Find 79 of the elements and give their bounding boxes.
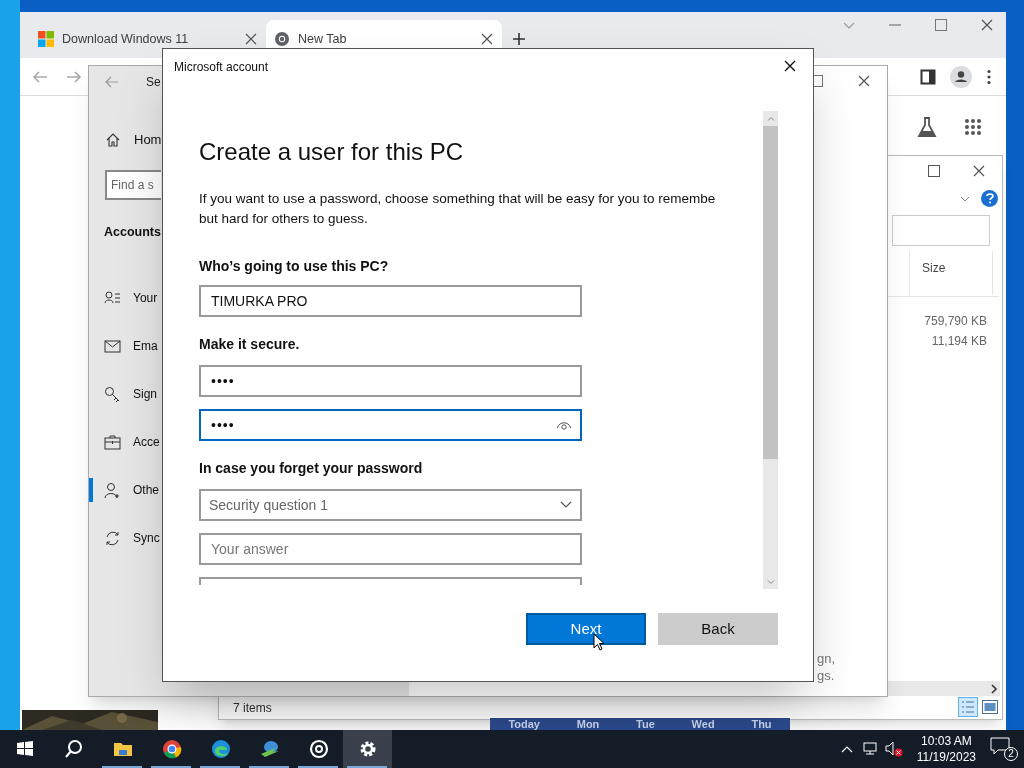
- close-icon[interactable]: [972, 164, 986, 178]
- windows-logo-icon: [38, 31, 54, 47]
- mouse-cursor-icon: [593, 633, 605, 651]
- muted-speaker-icon[interactable]: [884, 741, 903, 757]
- home-icon[interactable]: [105, 131, 121, 148]
- maximize-icon[interactable]: [934, 18, 948, 32]
- flask-icon[interactable]: [916, 116, 938, 138]
- chrome-icon[interactable]: [161, 739, 182, 759]
- tab-title: Download Windows 11: [62, 30, 190, 48]
- field-label: Who’s going to use this PC?: [199, 257, 390, 275]
- day-label: Tue: [636, 718, 655, 730]
- back-button[interactable]: Back: [658, 613, 778, 645]
- day-label: Wed: [691, 718, 715, 730]
- description-text: gs.: [817, 667, 836, 684]
- nav-item[interactable]: Othe: [133, 481, 159, 499]
- tab-title: New Tab: [298, 30, 348, 48]
- description-text: If you want to use a password, choose something that will be easy for you to remembe but hard for others to guess.: [199, 190, 717, 228]
- close-icon[interactable]: [244, 32, 258, 46]
- nav-item[interactable]: Hom: [134, 130, 162, 150]
- field-label: In case you forget your password: [199, 459, 424, 477]
- column-header[interactable]: Size: [909, 251, 993, 295]
- start-icon[interactable]: [14, 739, 35, 759]
- section-heading: Accounts: [104, 224, 161, 241]
- password-field[interactable]: ••••: [199, 409, 582, 441]
- day-label: Today: [508, 718, 540, 730]
- vertical-scrollbar[interactable]: [763, 111, 778, 589]
- sync-icon: [104, 529, 121, 547]
- network-icon[interactable]: [860, 742, 877, 756]
- dropdown[interactable]: Security question 1: [199, 489, 582, 521]
- key-icon: [104, 385, 121, 403]
- description-text: gn,: [817, 650, 836, 667]
- nav-item[interactable]: Sign: [133, 385, 158, 403]
- dialog-heading: Create a user for this PC: [199, 137, 465, 167]
- close-icon[interactable]: [857, 74, 871, 88]
- target-icon[interactable]: [308, 739, 329, 759]
- day-label: Thu: [751, 718, 772, 730]
- chevron-down-icon: [560, 501, 572, 509]
- search-field[interactable]: [892, 215, 990, 246]
- download-manager-icon[interactable]: [259, 739, 280, 759]
- preview-view-icon[interactable]: [982, 700, 998, 714]
- mail-icon: [104, 337, 121, 355]
- password-field[interactable]: ••••: [199, 365, 582, 397]
- apps-grid-icon[interactable]: [964, 118, 982, 136]
- input-field[interactable]: TIMURKA PRO: [199, 285, 582, 317]
- input-field[interactable]: [199, 577, 582, 585]
- close-icon[interactable]: [980, 18, 994, 32]
- nav-item[interactable]: Your: [133, 289, 158, 307]
- help-icon[interactable]: [981, 190, 998, 207]
- close-icon[interactable]: [783, 59, 797, 73]
- scrollbar-thumb[interactable]: [763, 126, 778, 459]
- nav-item[interactable]: Sync: [133, 529, 160, 547]
- input-field[interactable]: Your answer: [199, 533, 582, 565]
- browser-tab[interactable]: Download Windows 11: [30, 20, 266, 58]
- person-add-icon: [104, 481, 121, 499]
- field-label: Make it secure.: [199, 335, 301, 353]
- table-cell: 11,194 KB: [931, 334, 987, 349]
- eye-icon[interactable]: [556, 420, 572, 430]
- plus-icon[interactable]: [512, 32, 526, 46]
- day-label: Mon: [576, 718, 600, 730]
- window-title: Se: [146, 74, 161, 91]
- briefcase-icon: [104, 433, 121, 451]
- sidebar-icon[interactable]: [920, 69, 936, 85]
- maximize-icon[interactable]: [928, 165, 940, 177]
- window-title: Microsoft account: [174, 59, 269, 76]
- clock[interactable]: 10:03 AM 11/19/2023: [910, 733, 982, 765]
- edge-icon[interactable]: [210, 739, 231, 759]
- notification-count: 2: [1004, 747, 1018, 761]
- table-cell: 759,790 KB: [924, 314, 987, 329]
- profile-icon[interactable]: [950, 66, 972, 88]
- nav-item[interactable]: Ema: [133, 337, 158, 355]
- status-text: 7 items: [233, 700, 272, 717]
- next-button[interactable]: Next: [526, 613, 646, 645]
- chrome-icon: [274, 31, 290, 47]
- more-icon[interactable]: [986, 69, 992, 85]
- search-icon[interactable]: [63, 739, 84, 759]
- close-icon[interactable]: [480, 32, 494, 46]
- nav-item[interactable]: Acce: [133, 433, 160, 451]
- chevron-right-icon[interactable]: [990, 683, 998, 694]
- search-field[interactable]: Find a s: [105, 170, 161, 200]
